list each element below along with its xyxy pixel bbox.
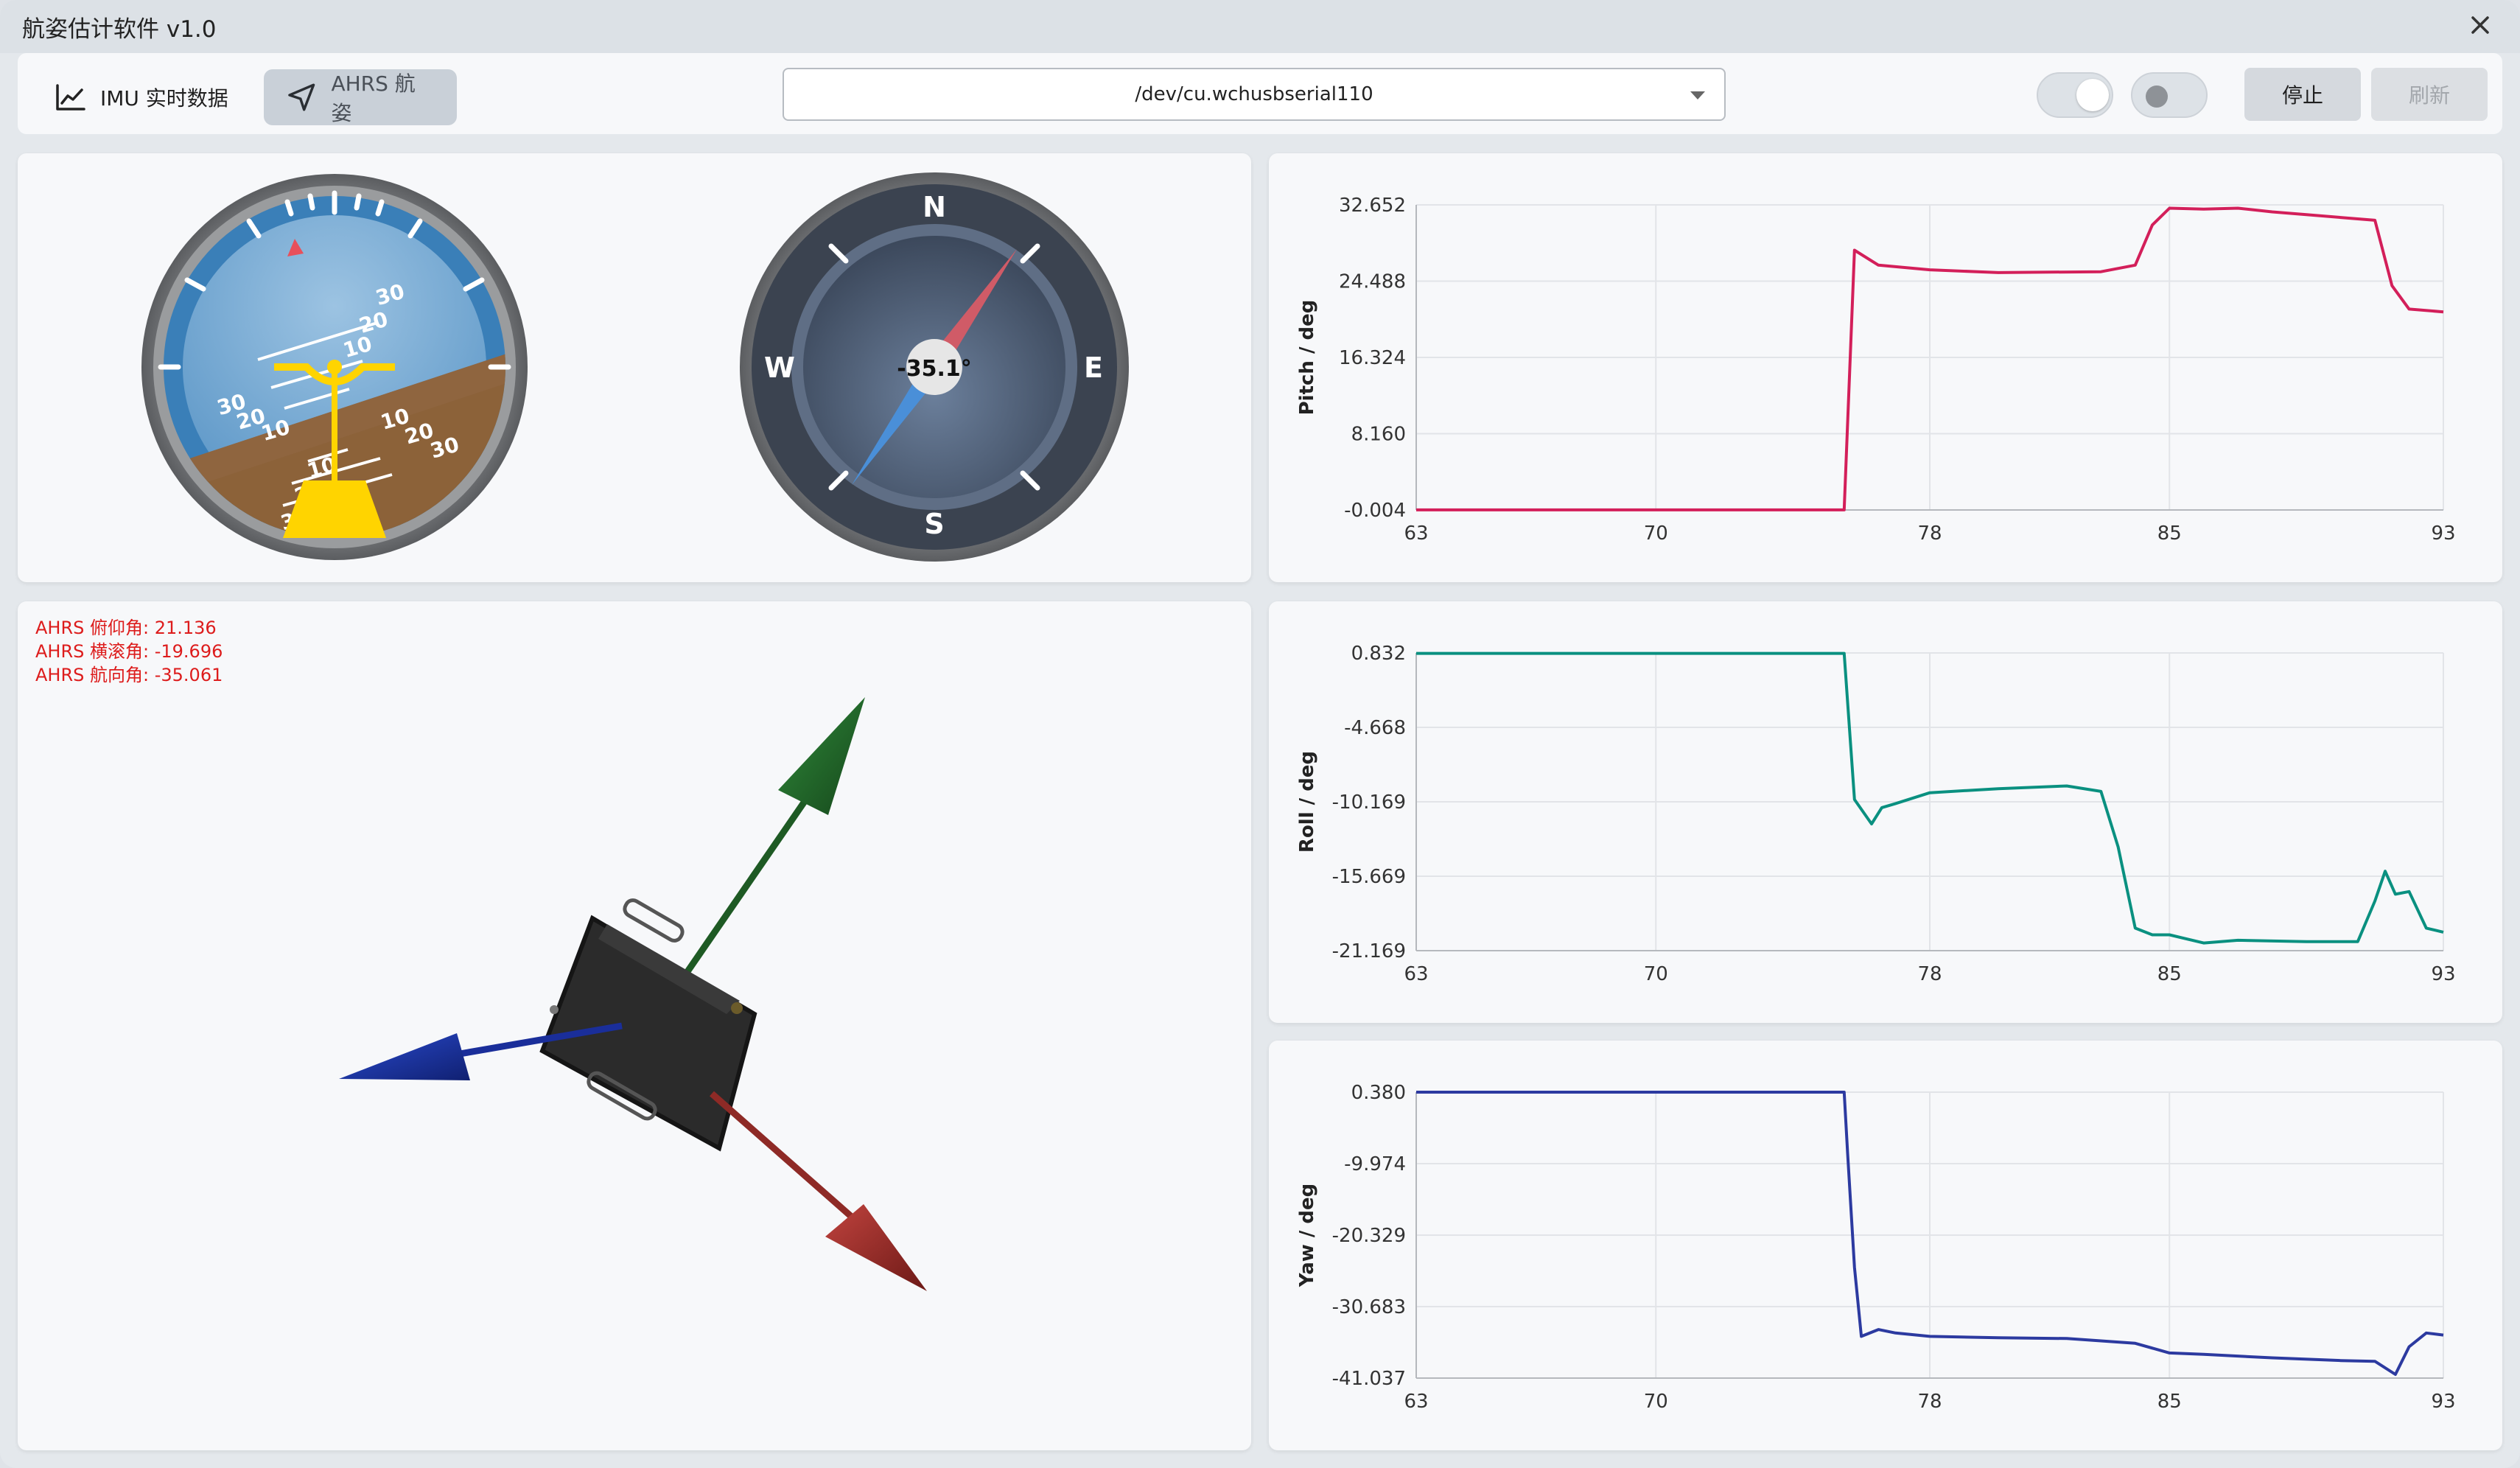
tab-ahrs-label: AHRS 航姿 [331,71,416,125]
x-axis-arrow [710,1091,927,1291]
line-chart-icon [56,84,85,111]
y-tick-label: 24.488 [1339,271,1406,293]
y-axis-title: Pitch / deg [1296,300,1318,416]
stop-button[interactable]: 停止 [2244,68,2361,121]
x-tick-label: 70 [1644,963,1668,985]
chart-grid [1415,204,2444,511]
compass-north: N [923,191,946,223]
compass-south: S [924,508,944,540]
x-tick-label: 70 [1644,1391,1668,1413]
tab-imu-realtime[interactable]: IMU 实时数据 [32,69,259,125]
x-tick-label: 78 [1917,1391,1942,1413]
app-window: 航姿估计软件 v1.0 IMU 实时数据 AHRS 航姿 /dev/cu.wch… [0,0,2520,1468]
serial-port-value: /dev/cu.wchusbserial110 [1135,83,1373,105]
heading-readout: -35.1° [897,356,971,382]
compass-east: E [1084,352,1103,384]
serial-port-select[interactable]: /dev/cu.wchusbserial110 [783,68,1726,121]
navigation-arrow-icon [288,83,315,111]
yaw-chart: 63 70 78 85 93 0.380 -9.974 -20.329 -30.683 -41.0… [1296,1082,2456,1413]
y-tick-label: 0.832 [1351,643,1406,665]
x-tick-label: 85 [2157,1391,2182,1413]
y-tick-label: 0.380 [1351,1082,1406,1104]
x-tick-label: 93 [2431,1391,2455,1413]
toggle-knob [2076,79,2109,111]
y-axis-arrow [671,697,865,994]
toggle-knob [2146,85,2168,108]
y-tick-label: -20.329 [1332,1225,1406,1247]
toggle-switch-2[interactable] [2131,72,2208,118]
close-icon[interactable] [2465,10,2495,40]
tab-imu-label: IMU 实时数据 [100,86,228,111]
title-bar: 航姿估计软件 v1.0 [0,0,2520,53]
y-tick-label: -30.683 [1332,1296,1406,1318]
compass-west: W [764,352,795,384]
y-tick-label: 8.160 [1351,424,1406,446]
instruments-panel: 30 20 10 10 20 30 30 20 10 10 20 30 [18,153,1251,582]
x-tick-label: 70 [1644,522,1668,545]
x-tick-label: 63 [1404,1391,1428,1413]
3d-view-panel: AHRS 俯仰角: 21.136 AHRS 横滚角: -19.696 AHRS … [18,601,1251,1450]
x-tick-label: 78 [1917,963,1942,985]
x-tick-label: 78 [1917,522,1942,545]
chart-grid [1415,652,2444,951]
y-tick-label: -41.037 [1332,1368,1406,1390]
y-tick-label: -21.169 [1332,940,1406,962]
y-axis-title: Yaw / deg [1296,1184,1318,1287]
y-tick-label: -10.169 [1332,791,1406,814]
device-model [539,898,757,1152]
pitch-chart-panel: 63 70 78 85 93 32.652 24.488 16.324 8.160 -0.004 P… [1269,153,2502,582]
y-tick-label: -9.974 [1344,1153,1406,1175]
y-axis-title: Roll / deg [1296,751,1318,853]
y-tick-label: 16.324 [1339,347,1406,369]
chevron-down-icon [1690,91,1705,99]
roll-chart-panel: 63 70 78 85 93 0.832 -4.668 -10.169 -15.669 -21.1… [1269,601,2502,1023]
compass: N S E W -35.1° [740,172,1129,562]
yaw-chart-panel: 63 70 78 85 93 0.380 -9.974 -20.329 -30.683 -41.0… [1269,1041,2502,1450]
toggle-switch-1[interactable] [2037,72,2113,118]
y-tick-label: -4.668 [1344,717,1406,739]
x-tick-label: 85 [2157,963,2182,985]
y-tick-label: 32.652 [1339,195,1406,217]
x-tick-label: 63 [1404,963,1428,985]
y-tick-label: -15.669 [1332,866,1406,888]
attitude-indicator: 30 20 10 10 20 30 30 20 10 10 20 30 [141,174,528,560]
toolbar: IMU 实时数据 AHRS 航姿 /dev/cu.wchusbserial110… [18,53,2502,134]
tab-ahrs[interactable]: AHRS 航姿 [264,69,457,125]
x-tick-label: 85 [2157,522,2182,545]
x-tick-label: 93 [2431,522,2455,545]
pitch-chart: 63 70 78 85 93 32.652 24.488 16.324 8.160 -0.004 P… [1296,195,2456,545]
x-tick-label: 93 [2431,963,2455,985]
window-title: 航姿估计软件 v1.0 [22,16,217,43]
y-tick-label: -0.004 [1344,500,1406,522]
x-tick-label: 63 [1404,522,1428,545]
roll-chart: 63 70 78 85 93 0.832 -4.668 -10.169 -15.669 -21.1… [1296,643,2456,985]
refresh-button[interactable]: 刷新 [2371,68,2488,121]
